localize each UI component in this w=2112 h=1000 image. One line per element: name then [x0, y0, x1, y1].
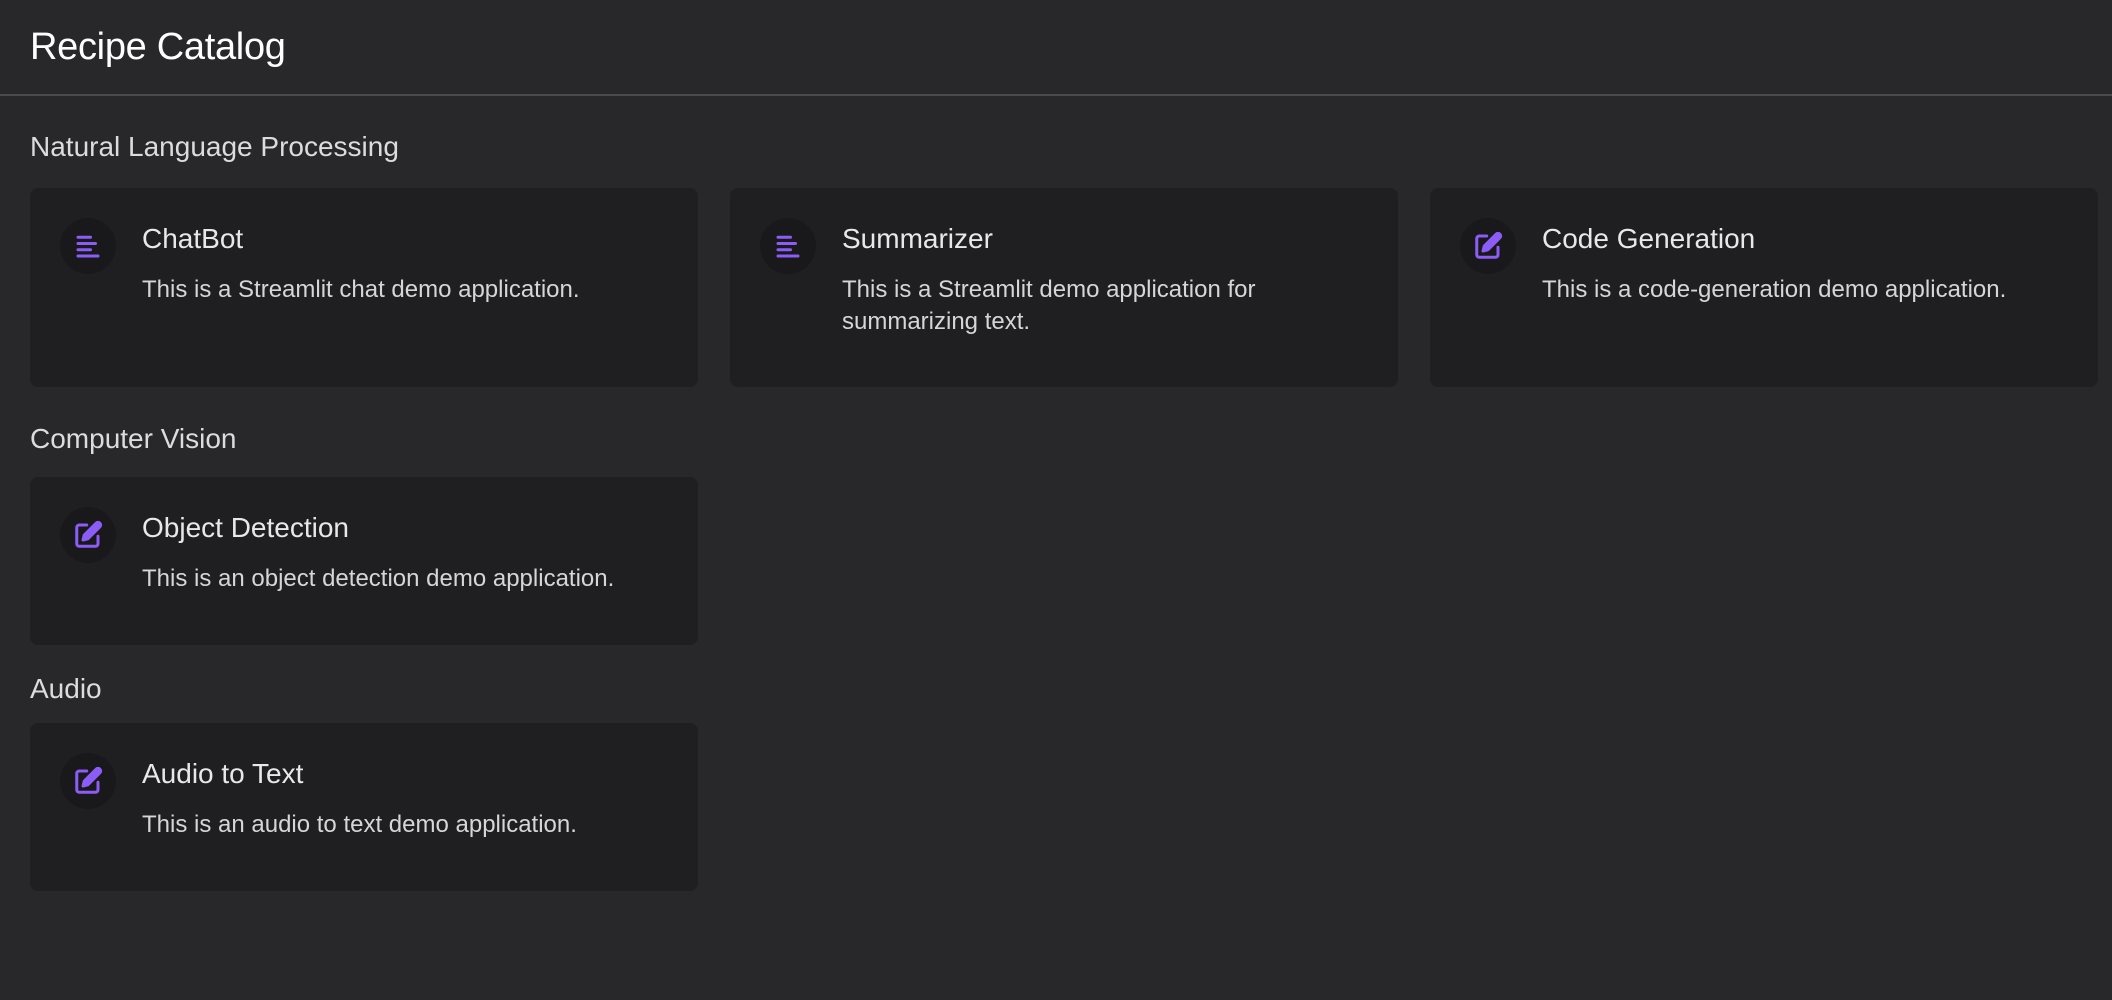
card-grid: Audio to Text This is an audio to text d…	[30, 723, 2082, 891]
card-grid: ChatBot This is a Streamlit chat demo ap…	[30, 188, 2098, 387]
section-title: Audio	[30, 673, 102, 704]
card-description: This is an object detection demo applica…	[142, 565, 615, 592]
align-left-icon	[760, 218, 816, 274]
recipe-card-object-detection[interactable]: Object Detection This is an object detec…	[30, 477, 698, 645]
section-title: Computer Vision	[30, 423, 237, 454]
page-title: Recipe Catalog	[30, 25, 286, 68]
section-computer-vision: Computer Vision Object Detection This is…	[30, 421, 2082, 645]
edit-icon	[60, 507, 116, 563]
section-audio: Audio Audio to Text This is an audio to …	[30, 669, 2082, 891]
card-description: This is a Streamlit chat demo applicatio…	[142, 276, 580, 303]
page-header: Recipe Catalog	[0, 0, 2112, 96]
edit-icon	[60, 753, 116, 809]
card-description: This is a Streamlit demo application for…	[842, 276, 1256, 335]
catalog-content: Natural Language Processing ChatBot This	[0, 96, 2112, 891]
card-grid: Object Detection This is an object detec…	[30, 477, 2082, 645]
card-title: ChatBot	[142, 223, 244, 254]
align-left-icon	[60, 218, 116, 274]
section-nlp: Natural Language Processing ChatBot This	[30, 96, 2098, 387]
card-description: This is a code-generation demo applicati…	[1542, 276, 2007, 303]
section-title: Natural Language Processing	[30, 131, 399, 162]
card-title: Audio to Text	[142, 758, 304, 789]
recipe-catalog-page: Recipe Catalog Natural Language Processi…	[0, 0, 2112, 1000]
card-title: Code Generation	[1542, 223, 1756, 254]
recipe-card-chatbot[interactable]: ChatBot This is a Streamlit chat demo ap…	[30, 188, 698, 387]
recipe-card-audio-to-text[interactable]: Audio to Text This is an audio to text d…	[30, 723, 698, 891]
card-description: This is an audio to text demo applicatio…	[142, 811, 577, 838]
card-title: Summarizer	[842, 223, 993, 254]
recipe-card-summarizer[interactable]: Summarizer This is a Streamlit demo appl…	[730, 188, 1398, 387]
card-title: Object Detection	[142, 512, 349, 543]
recipe-card-code-generation[interactable]: Code Generation This is a code-generatio…	[1430, 188, 2098, 387]
edit-icon	[1460, 218, 1516, 274]
